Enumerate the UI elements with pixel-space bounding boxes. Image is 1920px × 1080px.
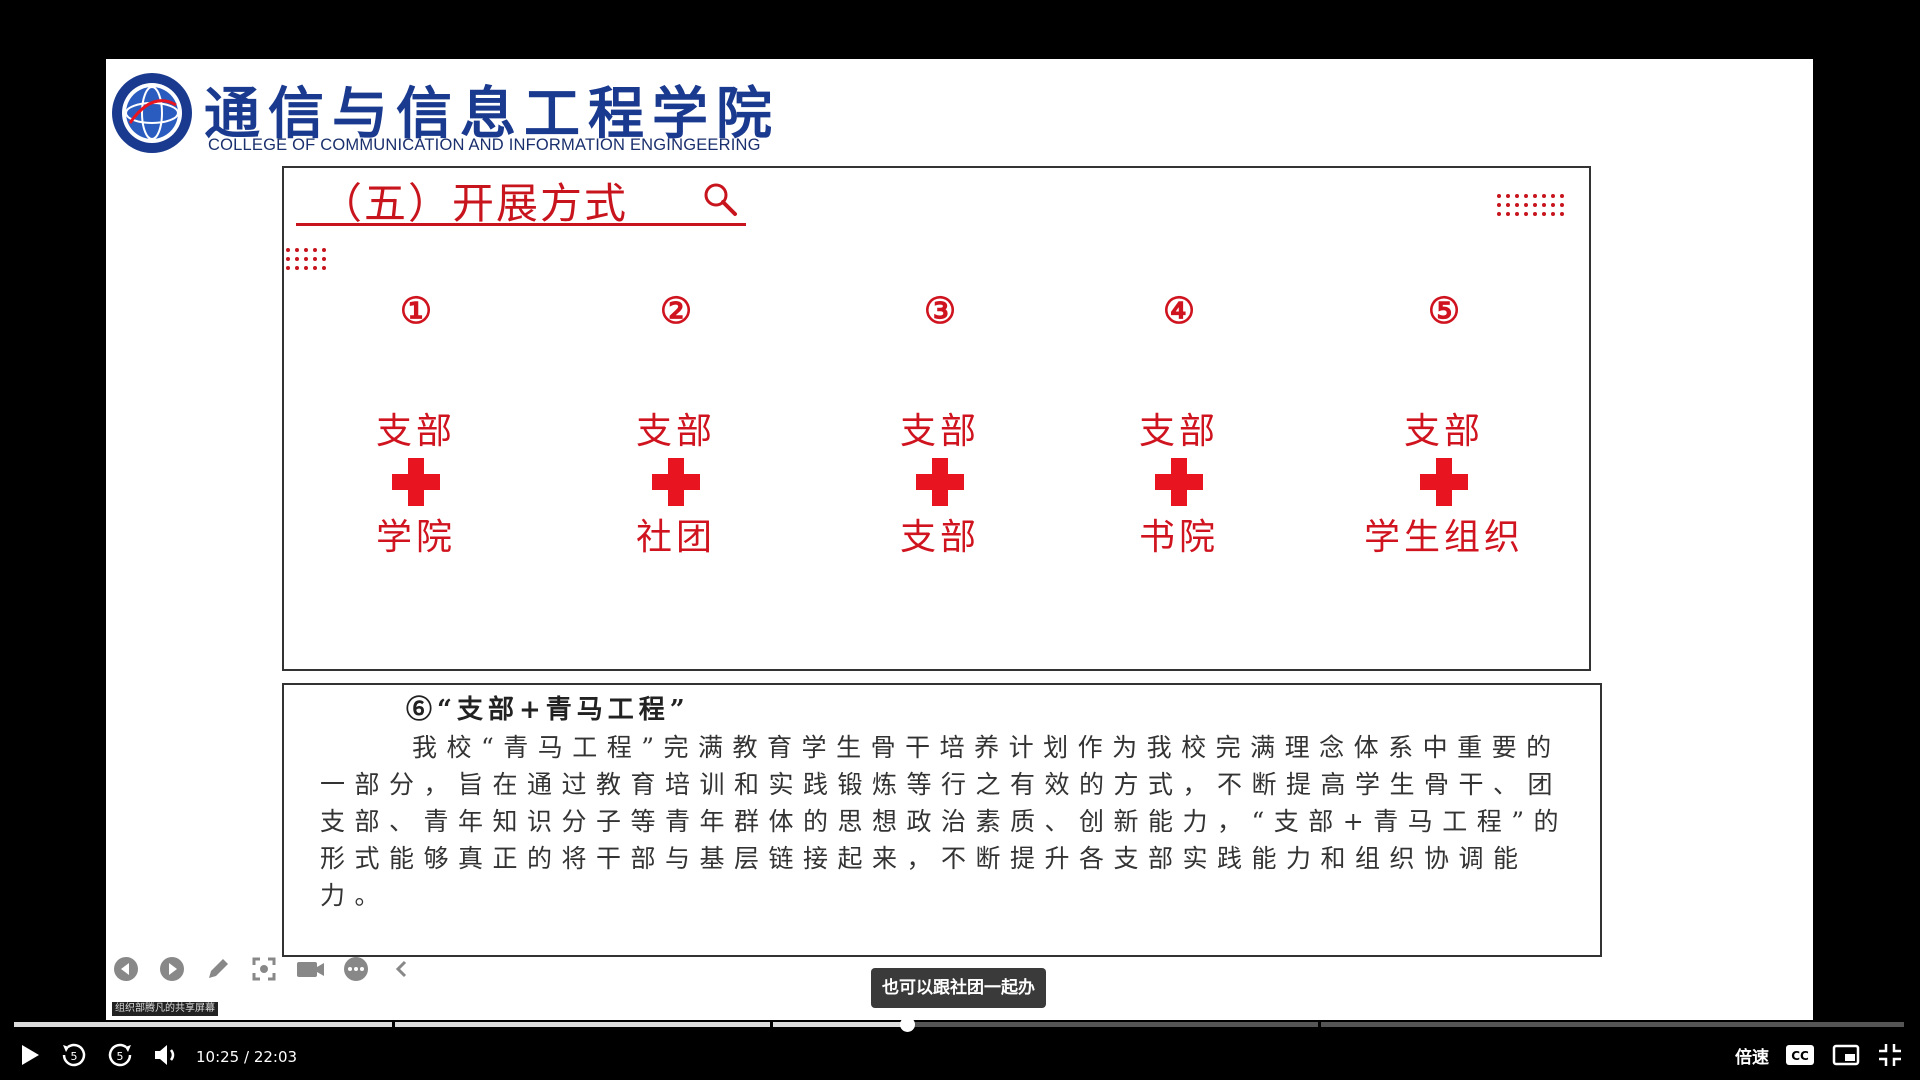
- magnifier-icon: [704, 183, 737, 216]
- chapter-marker: [392, 1022, 395, 1027]
- chapter-marker: [770, 1022, 773, 1027]
- captions-button[interactable]: CC: [1784, 1039, 1816, 1071]
- rewind-5s-button[interactable]: 5: [58, 1039, 90, 1071]
- item6-box: ⑥“支部+青马工程” 我校“青马工程”完满教育学生骨干培养计划作为我校完满理念体…: [282, 683, 1602, 957]
- exit-fullscreen-button[interactable]: [1874, 1039, 1906, 1071]
- screen-share-label: 组织部腾凡的共享屏幕: [112, 1002, 218, 1016]
- subtitle-caption: 也可以跟社团一起办: [871, 968, 1046, 1008]
- column-bottom-label: 学院: [375, 517, 456, 558]
- plus-icon: [1420, 458, 1468, 506]
- item6-paragraph-text: 我校“青马工程”完满教育学生骨干培养计划作为我校完满理念体系中重要的一部分，旨在…: [320, 733, 1569, 910]
- column-top-label: 支部: [375, 411, 456, 452]
- presentation-slide: 通信与信息工程学院 COLLEGE OF COMMUNICATION AND I…: [106, 59, 1813, 1020]
- cc-label: CC: [1791, 1049, 1809, 1063]
- item6-title: ⑥“支部+青马工程”: [406, 695, 690, 725]
- method-column-4: ④ 支部 书院: [1079, 286, 1279, 560]
- method-column-3: ③ 支部 支部: [840, 286, 1040, 560]
- title-underline: [296, 223, 746, 226]
- forward-5s-button[interactable]: 5: [104, 1039, 136, 1071]
- speed-button[interactable]: 倍速: [1730, 1039, 1774, 1071]
- plus-icon: [392, 458, 440, 506]
- method-column-5: ⑤ 支部 学生组织: [1324, 286, 1564, 560]
- college-name-en: COLLEGE OF COMMUNICATION AND INFORMATION…: [208, 136, 761, 154]
- column-bottom-label: 社团: [635, 517, 716, 558]
- method-column-1: ① 支部 学院: [316, 286, 516, 560]
- methods-box: （五）开展方式 ① 支部 学院 ② 支部 社团 ③ 支部 支部 ④ 支部 书院 …: [282, 166, 1591, 671]
- screenshot-icon[interactable]: [248, 953, 280, 985]
- next-page-icon[interactable]: [156, 953, 188, 985]
- column-top-label: 支部: [1138, 411, 1219, 452]
- item6-paragraph: 我校“青马工程”完满教育学生骨干培养计划作为我校完满理念体系中重要的一部分，旨在…: [320, 729, 1574, 914]
- column-number: ①: [399, 290, 433, 332]
- player-controls: 5 5 10:25 / 22:03 倍速 CC: [0, 1035, 1920, 1075]
- column-bottom-label: 支部: [899, 517, 980, 558]
- column-top-label: 支部: [635, 411, 716, 452]
- progress-fill: [14, 1022, 908, 1027]
- college-logo: [112, 73, 192, 153]
- progress-knob[interactable]: [900, 1017, 916, 1032]
- picture-in-picture-button[interactable]: [1830, 1039, 1862, 1071]
- method-column-2: ② 支部 社团: [576, 286, 776, 560]
- volume-button[interactable]: [150, 1039, 182, 1071]
- section-title: （五）开展方式: [320, 179, 629, 228]
- column-number: ④: [1162, 290, 1196, 332]
- column-bottom-label: 学生组织: [1363, 517, 1524, 558]
- plus-icon: [652, 458, 700, 506]
- camera-icon[interactable]: [294, 953, 326, 985]
- progress-bar[interactable]: [14, 1017, 1904, 1032]
- column-number: ③: [923, 290, 957, 332]
- time-display: 10:25 / 22:03: [196, 1048, 298, 1066]
- play-button[interactable]: [14, 1039, 46, 1071]
- collapse-icon[interactable]: [386, 953, 418, 985]
- column-top-label: 支部: [899, 411, 980, 452]
- pen-icon[interactable]: [202, 953, 234, 985]
- more-icon[interactable]: [340, 953, 372, 985]
- annotation-toolbar: [110, 947, 418, 991]
- chapter-marker: [1318, 1022, 1322, 1027]
- plus-icon: [1155, 458, 1203, 506]
- column-number: ⑤: [1427, 290, 1461, 332]
- column-top-label: 支部: [1403, 411, 1484, 452]
- decorative-dots-right: [1497, 194, 1564, 216]
- plus-icon: [916, 458, 964, 506]
- decorative-dots-left: [286, 248, 326, 270]
- prev-page-icon[interactable]: [110, 953, 142, 985]
- column-number: ②: [659, 290, 693, 332]
- rewind-seconds: 5: [71, 1050, 78, 1063]
- forward-seconds: 5: [117, 1050, 124, 1063]
- column-bottom-label: 书院: [1138, 517, 1219, 558]
